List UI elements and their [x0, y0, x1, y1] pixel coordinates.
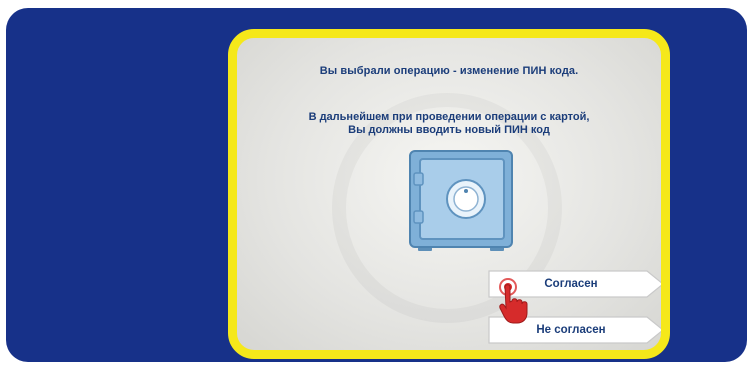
atm-screen: Вы выбрали операцию - изменение ПИН кода…	[6, 8, 747, 362]
message-line-1: В дальнейшем при проведении операции с к…	[308, 111, 590, 123]
pointing-hand-icon	[498, 275, 538, 325]
safe-icon	[408, 149, 514, 253]
pin-change-dialog: Вы выбрали операцию - изменение ПИН кода…	[228, 29, 670, 359]
message-line-2: Вы должны вводить новый ПИН код	[348, 124, 550, 136]
dialog-title: Вы выбрали операцию - изменение ПИН кода…	[319, 65, 579, 77]
dialog-message: В дальнейшем при проведении операции с к…	[237, 111, 661, 137]
